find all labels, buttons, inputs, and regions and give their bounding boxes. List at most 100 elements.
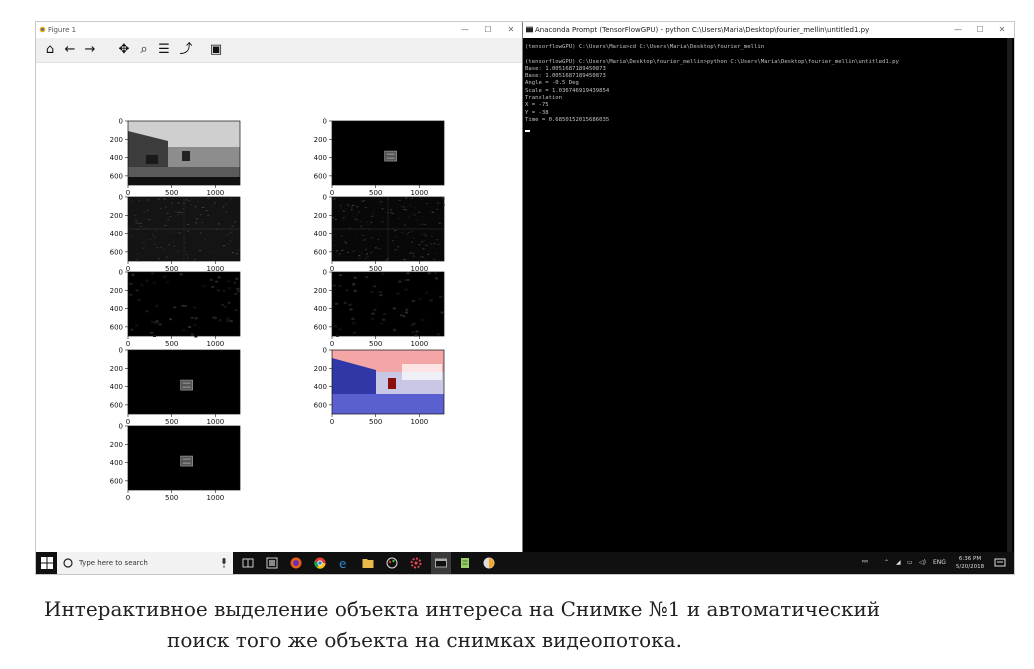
- noise-speck: [201, 206, 204, 208]
- y-tick-label: 600: [110, 172, 123, 180]
- texture-speck: [188, 326, 192, 328]
- subplot-p6: 0 200 400 600 0 500 1000: [314, 269, 445, 348]
- noise-speck: [381, 208, 384, 210]
- noise-speck: [387, 198, 390, 200]
- console-title: Anaconda Prompt (TensorFlowGPU) - python…: [535, 26, 870, 34]
- minimize-button[interactable]: —: [947, 22, 969, 38]
- noise-speck: [229, 240, 232, 242]
- back-icon[interactable]: ←: [62, 42, 78, 58]
- settings-gear-icon[interactable]: [410, 557, 422, 569]
- console-output[interactable]: (tensorflowGPU) C:\Users\Maria>cd C:\Use…: [525, 44, 1011, 132]
- noise-speck: [162, 224, 165, 226]
- noise-speck: [222, 206, 225, 208]
- close-button[interactable]: ✕: [991, 22, 1013, 38]
- maximize-button[interactable]: ☐: [477, 22, 499, 38]
- maximize-button[interactable]: ☐: [969, 22, 991, 38]
- figure-title: Figure 1: [48, 26, 77, 34]
- noise-speck: [226, 243, 229, 245]
- folder-icon[interactable]: [362, 557, 374, 569]
- console-scrollbar[interactable]: [1007, 38, 1012, 552]
- task-view-icon[interactable]: [242, 557, 254, 569]
- noise-speck: [378, 204, 381, 206]
- subplot-image: 0 200 400 600 0 500 1000: [110, 347, 241, 426]
- network-icon[interactable]: ◢: [896, 552, 901, 574]
- texture-speck: [338, 284, 342, 287]
- noise-speck: [423, 239, 426, 241]
- noise-speck: [177, 232, 180, 234]
- texture-speck: [233, 281, 237, 284]
- people-icon[interactable]: ᴿᴿ: [862, 552, 868, 574]
- texture-speck: [226, 319, 230, 322]
- noise-speck: [171, 202, 173, 204]
- y-tick-label: 0: [119, 423, 123, 431]
- notifications-icon[interactable]: [994, 557, 1006, 569]
- x-tick-label: 500: [165, 494, 178, 502]
- file-explorer-icon[interactable]: [266, 557, 278, 569]
- noise-speck: [159, 207, 162, 209]
- clock[interactable]: 6:36 PM 5/20/2018: [953, 555, 987, 571]
- texture-speck: [435, 277, 438, 280]
- x-tick-label: 1000: [206, 418, 224, 426]
- minimize-button[interactable]: —: [454, 22, 476, 38]
- noise-speck: [128, 250, 131, 252]
- console-line: Base: 1.0051687189450873: [525, 65, 606, 72]
- noise-speck: [425, 235, 428, 237]
- language-indicator[interactable]: ENG: [933, 552, 946, 574]
- noise-speck: [181, 223, 184, 225]
- tray-chevron-icon[interactable]: ⌃: [884, 552, 889, 574]
- subplots-icon[interactable]: ☰: [156, 42, 172, 58]
- close-button[interactable]: ✕: [500, 22, 522, 38]
- edit-axis-icon[interactable]: ⤴: [178, 42, 194, 58]
- texture-speck: [393, 328, 397, 331]
- battery-icon[interactable]: ▭: [907, 552, 913, 574]
- noise-speck: [410, 231, 413, 233]
- firefox-icon[interactable]: [290, 557, 302, 569]
- noise-speck: [397, 246, 400, 248]
- texture-speck: [410, 324, 414, 327]
- paint-icon[interactable]: [386, 557, 398, 569]
- noise-speck: [166, 212, 169, 214]
- texture-speck: [152, 281, 156, 284]
- console-app-icon[interactable]: [435, 557, 447, 569]
- texture-speck: [351, 317, 355, 320]
- noise-speck: [142, 247, 144, 249]
- windows-start-icon[interactable]: [41, 557, 53, 569]
- noise-speck: [237, 249, 240, 251]
- noise-speck: [138, 200, 141, 201]
- taskbar-search[interactable]: Type here to search: [57, 552, 233, 574]
- console-line: (tensorflowGPU) C:\Users\Maria\Desktop\f…: [525, 58, 899, 65]
- noise-speck: [225, 234, 228, 236]
- noise-speck: [185, 254, 188, 255]
- noise-speck: [381, 221, 384, 223]
- home-icon[interactable]: ⌂: [42, 42, 58, 58]
- pan-icon[interactable]: ✥: [116, 42, 132, 58]
- noise-speck: [352, 250, 355, 252]
- noise-speck: [199, 232, 202, 234]
- noise-speck: [199, 214, 202, 216]
- noise-speck: [231, 252, 234, 254]
- noise-speck: [194, 206, 197, 208]
- subplot-p3: 0 200 400 600 0 500 1000: [110, 194, 241, 273]
- volume-icon[interactable]: ◁): [919, 552, 926, 574]
- microphone-icon[interactable]: [221, 558, 227, 568]
- noise-speck: [131, 200, 134, 202]
- noise-speck: [213, 202, 216, 204]
- noise-speck: [169, 216, 172, 218]
- noise-speck: [352, 215, 355, 217]
- noise-speck: [187, 230, 190, 232]
- python-icon[interactable]: [483, 557, 495, 569]
- noise-speck: [187, 224, 190, 225]
- save-icon[interactable]: ▣: [208, 42, 224, 58]
- subplot-p4: 0 200 400 600 0 500 1000: [314, 194, 445, 273]
- edge-icon[interactable]: e: [338, 557, 350, 569]
- zoom-icon[interactable]: ⌕: [136, 42, 152, 58]
- forward-icon[interactable]: →: [82, 42, 98, 58]
- texture-speck: [428, 299, 432, 302]
- noise-speck: [175, 232, 177, 234]
- texture-speck: [182, 329, 186, 332]
- y-tick-label: 400: [110, 230, 123, 238]
- noise-speck: [335, 250, 338, 252]
- notepad-icon[interactable]: [459, 557, 471, 569]
- noise-speck: [139, 222, 142, 224]
- chrome-icon[interactable]: [314, 557, 326, 569]
